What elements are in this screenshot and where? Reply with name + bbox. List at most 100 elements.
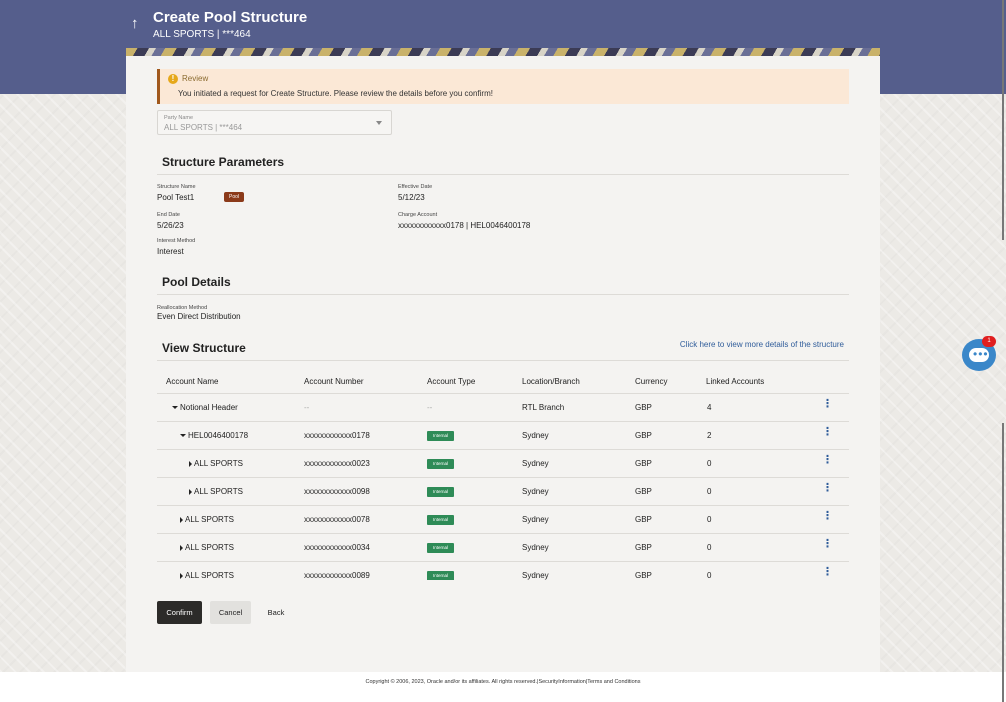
caret-right-icon[interactable] (180, 516, 183, 523)
scrollbar[interactable] (1002, 0, 1004, 240)
linked-accounts-cell: 0 (707, 543, 712, 552)
effective-date-value: 5/12/23 (398, 193, 425, 202)
account-number-cell: -- (304, 403, 310, 412)
account-name-cell[interactable]: ALL SPORTS (180, 543, 234, 552)
account-name-cell[interactable]: ALL SPORTS (189, 459, 243, 468)
charge-account-value: xxxxxxxxxxxx0178 | HEL0046400178 (398, 221, 531, 230)
more-options-icon[interactable]: ⋮ (822, 511, 833, 522)
more-options-icon[interactable]: ⋮ (822, 483, 833, 494)
chevron-down-icon (376, 121, 382, 125)
banner-decoration (126, 48, 880, 56)
info-icon: ! (168, 74, 178, 84)
internal-badge: Internal (427, 571, 454, 580)
chat-dots-icon: ••• (973, 347, 989, 361)
divider (157, 174, 849, 175)
structure-name-value: Pool Test1 (157, 193, 195, 202)
linked-accounts-cell: 0 (707, 571, 712, 580)
account-name-cell[interactable]: Notional Header (172, 403, 238, 412)
review-message: You initiated a request for Create Struc… (178, 89, 493, 98)
account-number-cell: xxxxxxxxxxxx0078 (304, 515, 370, 524)
account-number-cell: xxxxxxxxxxxx0098 (304, 487, 370, 496)
linked-accounts-cell: 0 (707, 459, 712, 468)
party-name-label: Party Name (164, 115, 194, 121)
more-options-icon[interactable]: ⋮ (822, 399, 833, 410)
location-cell: RTL Branch (522, 403, 565, 412)
account-name: ALL SPORTS (185, 515, 234, 524)
internal-badge: Internal (427, 431, 454, 441)
location-cell: Sydney (522, 543, 549, 552)
arrow-up-icon[interactable]: ↑ (131, 14, 145, 34)
more-options-icon[interactable]: ⋮ (822, 455, 833, 466)
caret-right-icon[interactable] (189, 460, 192, 467)
view-structure-title: View Structure (162, 341, 246, 355)
view-more-details-link[interactable]: Click here to view more details of the s… (680, 340, 844, 349)
table-row: ALL SPORTS xxxxxxxxxxxx0089 Internal Syd… (157, 562, 849, 580)
back-button[interactable]: Back (262, 601, 290, 624)
more-options-icon[interactable]: ⋮ (822, 539, 833, 550)
party-name-select[interactable]: Party Name ALL SPORTS | ***464 (157, 110, 392, 135)
party-name-value: ALL SPORTS | ***464 (164, 123, 243, 132)
page-title: Create Pool Structure (153, 9, 308, 26)
more-options-icon[interactable]: ⋮ (822, 567, 833, 578)
review-title: Review (182, 74, 209, 83)
currency-cell: GBP (635, 571, 652, 580)
location-cell: Sydney (522, 431, 549, 440)
caret-right-icon[interactable] (180, 572, 183, 579)
currency-cell: GBP (635, 431, 652, 440)
cancel-button[interactable]: Cancel (210, 601, 251, 624)
caret-down-icon[interactable] (180, 434, 186, 438)
table-row: ALL SPORTS xxxxxxxxxxxx0023 Internal Syd… (157, 450, 849, 478)
confirm-button[interactable]: Confirm (157, 601, 202, 624)
structure-tree-table: Notional Header -- -- RTL Branch GBP 4 ⋮… (157, 366, 849, 580)
review-alert: ! Review You initiated a request for Cre… (157, 69, 849, 104)
currency-cell: GBP (635, 487, 652, 496)
linked-accounts-cell: 0 (707, 515, 712, 524)
pool-badge: Pool (224, 192, 244, 202)
linked-accounts-cell: 0 (707, 487, 712, 496)
account-type-cell: -- (427, 403, 433, 412)
more-options-icon[interactable]: ⋮ (822, 427, 833, 438)
chatbot-icon[interactable]: ••• 1 (962, 336, 996, 371)
account-name-cell[interactable]: ALL SPORTS (180, 515, 234, 524)
account-number-cell: xxxxxxxxxxxx0178 (304, 431, 370, 440)
account-name: HEL0046400178 (188, 431, 249, 440)
notification-count-badge: 1 (982, 336, 996, 347)
caret-right-icon[interactable] (180, 544, 183, 551)
currency-cell: GBP (635, 459, 652, 468)
interest-method-label: Interest Method (157, 238, 196, 244)
divider (157, 294, 849, 295)
charge-account-label: Charge Account (398, 212, 438, 218)
account-number-cell: xxxxxxxxxxxx0023 (304, 459, 370, 468)
account-name: ALL SPORTS (185, 543, 234, 552)
location-cell: Sydney (522, 571, 549, 580)
scrollbar[interactable] (1002, 423, 1004, 702)
account-name: ALL SPORTS (194, 459, 243, 468)
table-row: ALL SPORTS xxxxxxxxxxxx0098 Internal Syd… (157, 478, 849, 506)
account-name-cell[interactable]: HEL0046400178 (180, 431, 248, 440)
reallocation-method-value: Even Direct Distribution (157, 312, 241, 321)
internal-badge: Internal (427, 543, 454, 553)
table-row: ALL SPORTS xxxxxxxxxxxx0034 Internal Syd… (157, 534, 849, 562)
currency-cell: GBP (635, 515, 652, 524)
end-date-value: 5/26/23 (157, 221, 184, 230)
currency-cell: GBP (635, 543, 652, 552)
copyright-text: Copyright © 2006, 2023, Oracle and/or it… (365, 679, 641, 685)
footer: Copyright © 2006, 2023, Oracle and/or it… (0, 672, 1006, 702)
location-cell: Sydney (522, 487, 549, 496)
account-name-cell[interactable]: ALL SPORTS (180, 571, 234, 580)
internal-badge: Internal (427, 487, 454, 497)
effective-date-label: Effective Date (398, 184, 433, 190)
table-row: HEL0046400178 xxxxxxxxxxxx0178 Internal … (157, 422, 849, 450)
account-name: ALL SPORTS (194, 487, 243, 496)
page-subtitle: ALL SPORTS | ***464 (153, 29, 251, 40)
linked-accounts-cell: 2 (707, 431, 712, 440)
structure-name-label: Structure Name (157, 184, 196, 190)
caret-right-icon[interactable] (189, 488, 192, 495)
caret-down-icon[interactable] (172, 406, 178, 410)
account-name-cell[interactable]: ALL SPORTS (189, 487, 243, 496)
location-cell: Sydney (522, 459, 549, 468)
divider (157, 360, 849, 361)
table-row: ALL SPORTS xxxxxxxxxxxx0078 Internal Syd… (157, 506, 849, 534)
account-number-cell: xxxxxxxxxxxx0089 (304, 571, 370, 580)
account-name: ALL SPORTS (185, 571, 234, 580)
